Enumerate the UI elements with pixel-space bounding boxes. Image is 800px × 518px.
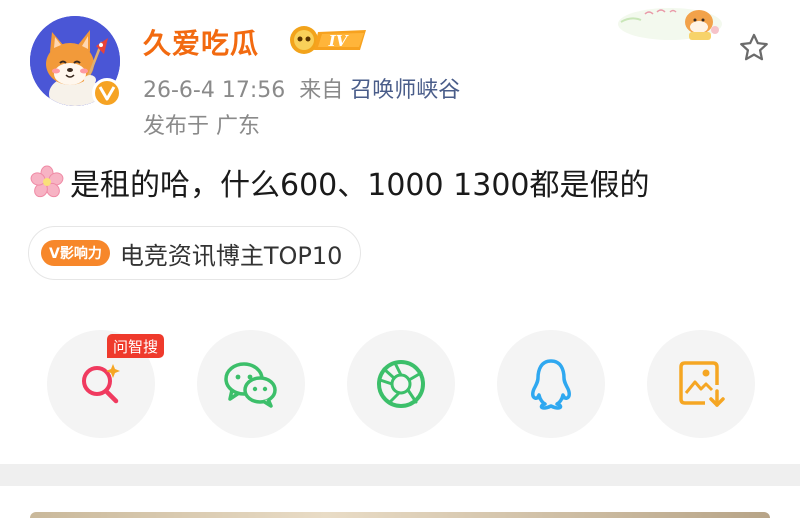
penguin-icon [531, 359, 571, 410]
post-content: 是租的哈，什么600、1000 1300都是假的 [30, 160, 650, 204]
share-save-image-button[interactable] [647, 330, 755, 438]
author-avatar[interactable] [30, 16, 122, 108]
image-download-icon [679, 361, 725, 407]
share-qq-button[interactable] [497, 330, 605, 438]
post-location: 发布于 广东 [143, 114, 260, 139]
post-timestamp: 26-6-4 17:56 [143, 78, 286, 103]
section-divider [0, 464, 800, 486]
post-meta: 26-6-4 17:56 来自 召唤师峡谷 [143, 72, 460, 104]
influence-tag[interactable]: V影响力 电竞资讯博主TOP10 [28, 226, 362, 280]
influence-badge: V影响力 [41, 240, 110, 266]
post-text-body: 是租的哈，什么600、1000 1300都是假的 [70, 168, 650, 203]
user-level-badge[interactable]: IV [288, 24, 370, 56]
aperture-icon [377, 360, 425, 408]
verified-badge-icon [92, 78, 122, 108]
author-name[interactable]: 久爱吃瓜 [143, 22, 259, 62]
wechat-icon [224, 362, 277, 408]
cherry-blossom-icon [30, 165, 64, 198]
influence-label: 电竞资讯博主TOP10 [119, 241, 343, 270]
ask-smart-badge: 问智搜 [107, 334, 165, 358]
source-prefix: 来自 [299, 78, 344, 103]
shiba-sticker-decoration [615, 0, 725, 42]
favorite-button[interactable] [734, 28, 774, 68]
next-post-image-preview[interactable] [30, 512, 770, 518]
source-link[interactable]: 召唤师峡谷 [350, 78, 460, 103]
level-text: IV [328, 32, 349, 50]
star-icon [740, 33, 768, 61]
share-wechat-button[interactable] [197, 330, 305, 438]
magnifier-sparkle-icon [82, 364, 120, 404]
share-moments-button[interactable] [347, 330, 455, 438]
